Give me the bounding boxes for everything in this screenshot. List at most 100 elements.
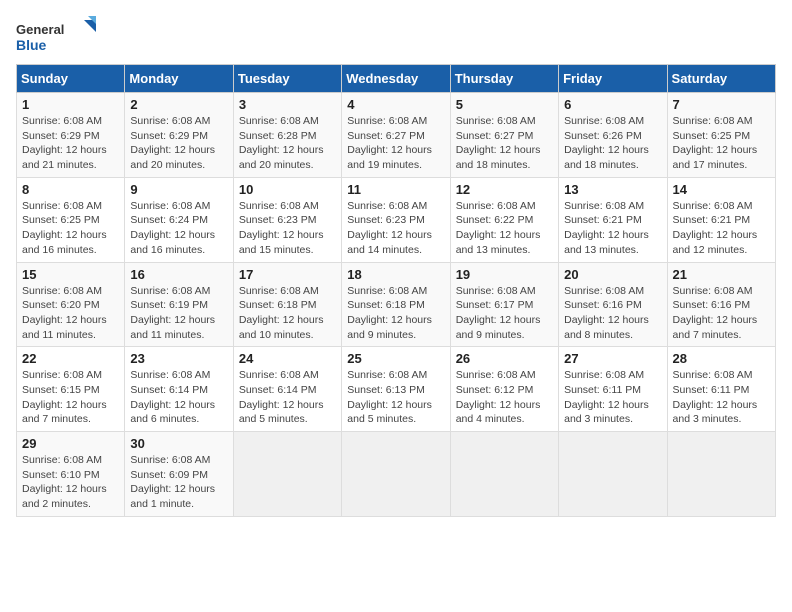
- col-header-sunday: Sunday: [17, 65, 125, 93]
- day-detail: Sunrise: 6:08 AM Sunset: 6:26 PM Dayligh…: [564, 114, 661, 173]
- col-header-saturday: Saturday: [667, 65, 775, 93]
- day-number: 11: [347, 182, 444, 197]
- day-number: 19: [456, 267, 553, 282]
- calendar-table: SundayMondayTuesdayWednesdayThursdayFrid…: [16, 64, 776, 517]
- day-number: 24: [239, 351, 336, 366]
- day-number: 25: [347, 351, 444, 366]
- calendar-cell: 30 Sunrise: 6:08 AM Sunset: 6:09 PM Dayli…: [125, 432, 233, 517]
- calendar-cell: 3 Sunrise: 6:08 AM Sunset: 6:28 PM Daylig…: [233, 93, 341, 178]
- day-detail: Sunrise: 6:08 AM Sunset: 6:11 PM Dayligh…: [564, 368, 661, 427]
- day-number: 4: [347, 97, 444, 112]
- day-number: 10: [239, 182, 336, 197]
- day-detail: Sunrise: 6:08 AM Sunset: 6:21 PM Dayligh…: [673, 199, 770, 258]
- calendar-cell: 1Sunrise: 6:08 AM Sunset: 6:29 PM Daylig…: [17, 93, 125, 178]
- calendar-cell: 6 Sunrise: 6:08 AM Sunset: 6:26 PM Daylig…: [559, 93, 667, 178]
- header: General Blue: [16, 16, 776, 56]
- calendar-cell: 5 Sunrise: 6:08 AM Sunset: 6:27 PM Daylig…: [450, 93, 558, 178]
- calendar-week-row: 29 Sunrise: 6:08 AM Sunset: 6:10 PM Dayli…: [17, 432, 776, 517]
- svg-text:Blue: Blue: [16, 37, 47, 53]
- calendar-cell: 21Sunrise: 6:08 AM Sunset: 6:16 PM Dayli…: [667, 262, 775, 347]
- day-detail: Sunrise: 6:08 AM Sunset: 6:14 PM Dayligh…: [239, 368, 336, 427]
- calendar-cell: 7 Sunrise: 6:08 AM Sunset: 6:25 PM Daylig…: [667, 93, 775, 178]
- day-number: 26: [456, 351, 553, 366]
- day-number: 27: [564, 351, 661, 366]
- day-detail: Sunrise: 6:08 AM Sunset: 6:13 PM Dayligh…: [347, 368, 444, 427]
- day-detail: Sunrise: 6:08 AM Sunset: 6:21 PM Dayligh…: [564, 199, 661, 258]
- calendar-cell: 14 Sunrise: 6:08 AM Sunset: 6:21 PM Dayli…: [667, 177, 775, 262]
- calendar-header-row: SundayMondayTuesdayWednesdayThursdayFrid…: [17, 65, 776, 93]
- calendar-cell: 19 Sunrise: 6:08 AM Sunset: 6:17 PM Dayli…: [450, 262, 558, 347]
- logo: General Blue: [16, 16, 96, 56]
- col-header-thursday: Thursday: [450, 65, 558, 93]
- calendar-week-row: 8Sunrise: 6:08 AM Sunset: 6:25 PM Daylig…: [17, 177, 776, 262]
- col-header-wednesday: Wednesday: [342, 65, 450, 93]
- day-number: 20: [564, 267, 661, 282]
- day-detail: Sunrise: 6:08 AM Sunset: 6:16 PM Dayligh…: [564, 284, 661, 343]
- day-detail: Sunrise: 6:08 AM Sunset: 6:19 PM Dayligh…: [130, 284, 227, 343]
- day-detail: Sunrise: 6:08 AM Sunset: 6:28 PM Dayligh…: [239, 114, 336, 173]
- day-number: 6: [564, 97, 661, 112]
- calendar-cell: 8Sunrise: 6:08 AM Sunset: 6:25 PM Daylig…: [17, 177, 125, 262]
- calendar-cell: 20 Sunrise: 6:08 AM Sunset: 6:16 PM Dayli…: [559, 262, 667, 347]
- day-detail: Sunrise: 6:08 AM Sunset: 6:29 PM Dayligh…: [22, 114, 119, 173]
- day-number: 5: [456, 97, 553, 112]
- day-number: 3: [239, 97, 336, 112]
- day-detail: Sunrise: 6:08 AM Sunset: 6:15 PM Dayligh…: [22, 368, 119, 427]
- calendar-cell: 15Sunrise: 6:08 AM Sunset: 6:20 PM Dayli…: [17, 262, 125, 347]
- col-header-monday: Monday: [125, 65, 233, 93]
- day-number: 14: [673, 182, 770, 197]
- calendar-cell: 13 Sunrise: 6:08 AM Sunset: 6:21 PM Dayli…: [559, 177, 667, 262]
- day-number: 23: [130, 351, 227, 366]
- col-header-tuesday: Tuesday: [233, 65, 341, 93]
- day-detail: Sunrise: 6:08 AM Sunset: 6:27 PM Dayligh…: [456, 114, 553, 173]
- calendar-cell: 27 Sunrise: 6:08 AM Sunset: 6:11 PM Dayli…: [559, 347, 667, 432]
- calendar-cell: 24 Sunrise: 6:08 AM Sunset: 6:14 PM Dayli…: [233, 347, 341, 432]
- day-detail: Sunrise: 6:08 AM Sunset: 6:10 PM Dayligh…: [22, 453, 119, 512]
- calendar-cell: 16 Sunrise: 6:08 AM Sunset: 6:19 PM Dayli…: [125, 262, 233, 347]
- day-detail: Sunrise: 6:08 AM Sunset: 6:25 PM Dayligh…: [673, 114, 770, 173]
- calendar-cell: 26Sunrise: 6:08 AM Sunset: 6:12 PM Dayli…: [450, 347, 558, 432]
- calendar-cell: [667, 432, 775, 517]
- calendar-week-row: 22 Sunrise: 6:08 AM Sunset: 6:15 PM Dayli…: [17, 347, 776, 432]
- day-number: 16: [130, 267, 227, 282]
- calendar-week-row: 15Sunrise: 6:08 AM Sunset: 6:20 PM Dayli…: [17, 262, 776, 347]
- day-detail: Sunrise: 6:08 AM Sunset: 6:20 PM Dayligh…: [22, 284, 119, 343]
- day-detail: Sunrise: 6:08 AM Sunset: 6:11 PM Dayligh…: [673, 368, 770, 427]
- day-detail: Sunrise: 6:08 AM Sunset: 6:29 PM Dayligh…: [130, 114, 227, 173]
- day-number: 29: [22, 436, 119, 451]
- calendar-cell: 23Sunrise: 6:08 AM Sunset: 6:14 PM Dayli…: [125, 347, 233, 432]
- day-number: 30: [130, 436, 227, 451]
- day-number: 2: [130, 97, 227, 112]
- day-detail: Sunrise: 6:08 AM Sunset: 6:17 PM Dayligh…: [456, 284, 553, 343]
- day-number: 17: [239, 267, 336, 282]
- col-header-friday: Friday: [559, 65, 667, 93]
- day-number: 21: [673, 267, 770, 282]
- calendar-cell: [342, 432, 450, 517]
- day-number: 22: [22, 351, 119, 366]
- calendar-cell: 18 Sunrise: 6:08 AM Sunset: 6:18 PM Dayli…: [342, 262, 450, 347]
- calendar-cell: 11Sunrise: 6:08 AM Sunset: 6:23 PM Dayli…: [342, 177, 450, 262]
- calendar-cell: 25 Sunrise: 6:08 AM Sunset: 6:13 PM Dayli…: [342, 347, 450, 432]
- day-detail: Sunrise: 6:08 AM Sunset: 6:23 PM Dayligh…: [239, 199, 336, 258]
- day-number: 13: [564, 182, 661, 197]
- logo-svg: General Blue: [16, 16, 96, 56]
- day-detail: Sunrise: 6:08 AM Sunset: 6:27 PM Dayligh…: [347, 114, 444, 173]
- day-detail: Sunrise: 6:08 AM Sunset: 6:24 PM Dayligh…: [130, 199, 227, 258]
- calendar-cell: 28Sunrise: 6:08 AM Sunset: 6:11 PM Dayli…: [667, 347, 775, 432]
- calendar-cell: 22 Sunrise: 6:08 AM Sunset: 6:15 PM Dayli…: [17, 347, 125, 432]
- calendar-cell: [450, 432, 558, 517]
- day-detail: Sunrise: 6:08 AM Sunset: 6:22 PM Dayligh…: [456, 199, 553, 258]
- calendar-cell: 29 Sunrise: 6:08 AM Sunset: 6:10 PM Dayli…: [17, 432, 125, 517]
- calendar-week-row: 1Sunrise: 6:08 AM Sunset: 6:29 PM Daylig…: [17, 93, 776, 178]
- day-number: 7: [673, 97, 770, 112]
- calendar-cell: 12 Sunrise: 6:08 AM Sunset: 6:22 PM Dayli…: [450, 177, 558, 262]
- calendar-cell: [559, 432, 667, 517]
- day-number: 18: [347, 267, 444, 282]
- day-number: 9: [130, 182, 227, 197]
- calendar-cell: 4 Sunrise: 6:08 AM Sunset: 6:27 PM Daylig…: [342, 93, 450, 178]
- day-detail: Sunrise: 6:08 AM Sunset: 6:09 PM Dayligh…: [130, 453, 227, 512]
- calendar-cell: [233, 432, 341, 517]
- day-detail: Sunrise: 6:08 AM Sunset: 6:18 PM Dayligh…: [347, 284, 444, 343]
- day-number: 12: [456, 182, 553, 197]
- day-number: 8: [22, 182, 119, 197]
